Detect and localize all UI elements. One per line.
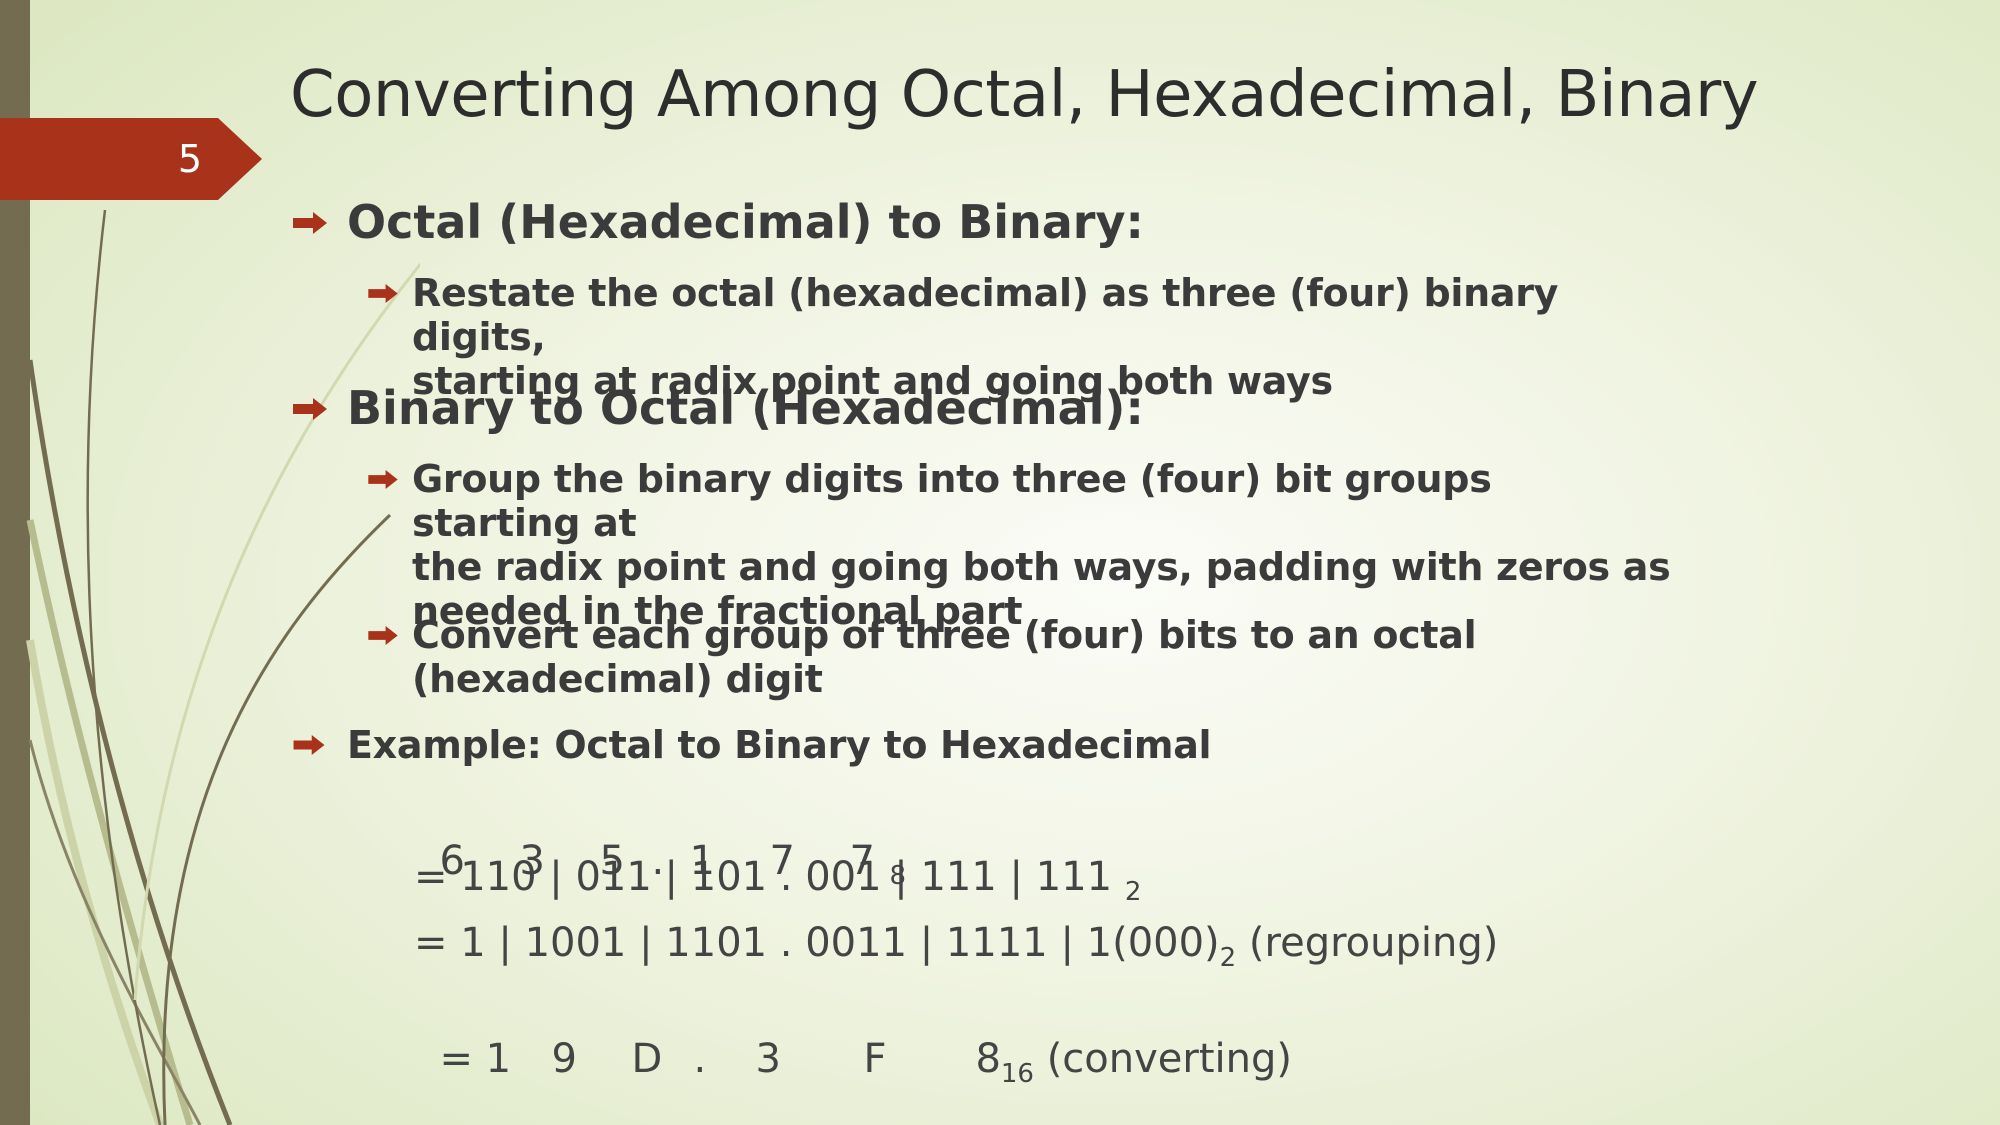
example-binary-line: = 110 | 011 | 101 . 001 | 111 | 111 2 xyxy=(414,852,1141,917)
hex-note: (converting) xyxy=(1046,1036,1292,1082)
hex-digit: 8 xyxy=(975,1036,1001,1082)
right-arrow-icon xyxy=(368,470,398,489)
right-arrow-icon xyxy=(293,398,327,420)
sub-bullet-line: Group the binary digits into three (four… xyxy=(412,457,1492,545)
bullet-octal-to-binary: Octal (Hexadecimal) to Binary: xyxy=(347,195,1144,249)
right-arrow-icon xyxy=(368,284,398,303)
example-regroup-line: = 1 | 1001 | 1101 . 0011 | 1111 | 1(000)… xyxy=(414,918,1498,983)
sub-bullet-line: (hexadecimal) digit xyxy=(412,657,823,701)
example-hex-line: = 1 9 D. 3 F 816 (converting) xyxy=(414,984,1292,1099)
slide-number-tag xyxy=(0,118,262,200)
slide-number: 5 xyxy=(177,137,203,181)
sub-bullet-line: the radix point and going both ways, pad… xyxy=(412,545,1671,589)
sub-bullet-line: Restate the octal (hexadecimal) as three… xyxy=(412,271,1559,359)
regroup-note: (regrouping) xyxy=(1248,920,1499,966)
right-arrow-icon xyxy=(368,626,398,645)
bullet-example: Example: Octal to Binary to Hexadecimal xyxy=(347,723,1212,767)
regroup-value: = 1 | 1001 | 1101 . 0011 | 1111 | 1(000) xyxy=(414,920,1220,966)
hex-point: . xyxy=(693,1036,707,1082)
hex-digit: 9 xyxy=(551,1036,577,1082)
hex-digit: D xyxy=(631,1036,663,1082)
slide-title: Converting Among Octal, Hexadecimal, Bin… xyxy=(290,58,1759,132)
binary-base: 2 xyxy=(1124,877,1142,907)
sub-bullet-group: Group the binary digits into three (four… xyxy=(412,457,1672,633)
sub-bullet-convert: Convert each group of three (four) bits … xyxy=(412,613,1672,701)
right-arrow-icon xyxy=(293,212,327,234)
regroup-base: 2 xyxy=(1219,943,1237,973)
sub-bullet-line: Convert each group of three (four) bits … xyxy=(412,613,1477,657)
hex-prefix: = 1 xyxy=(439,1036,512,1082)
hex-digit: 3 xyxy=(755,1036,781,1082)
hex-base: 16 xyxy=(1000,1059,1034,1089)
right-arrow-icon xyxy=(293,735,325,755)
bullet-binary-to-octal: Binary to Octal (Hexadecimal): xyxy=(347,381,1144,435)
hex-digit: F xyxy=(863,1036,887,1082)
binary-value: = 110 | 011 | 101 . 001 | 111 | 111 xyxy=(414,854,1113,900)
